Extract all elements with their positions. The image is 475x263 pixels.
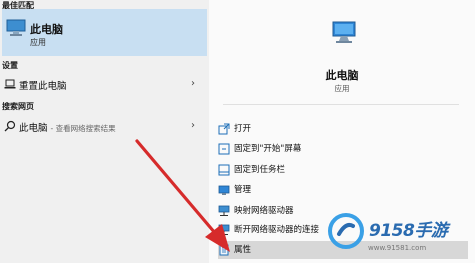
properties-icon	[219, 244, 229, 256]
web-search-hint: - 查看网络搜索结果	[50, 124, 116, 133]
computer-icon	[6, 19, 26, 36]
map-drive-icon	[218, 205, 230, 216]
divider	[223, 104, 459, 105]
web-search-header: 搜索网页	[2, 102, 34, 111]
best-match-item[interactable]: 此电脑 应用	[2, 9, 207, 56]
pin-start-icon	[218, 143, 230, 155]
app-type: 应用	[334, 84, 350, 93]
chevron-right-icon: ›	[191, 78, 195, 89]
chevron-right-icon: ›	[191, 120, 195, 131]
menu-item-label: 管理	[234, 185, 252, 195]
best-match-subtitle: 应用	[30, 38, 46, 47]
search-icon	[4, 120, 16, 132]
menu-item-label: 断开网络驱动器的连接	[234, 225, 320, 235]
settings-header: 设置	[2, 61, 18, 70]
best-match-title: 此电脑	[30, 23, 63, 36]
laptop-icon	[4, 79, 16, 89]
menu-item-open[interactable]: 打开	[218, 120, 468, 138]
menu-item-label: 固定到"开始"屏幕	[234, 144, 302, 154]
menu-item-label: 打开	[234, 124, 252, 134]
open-icon	[218, 123, 230, 135]
watermark-logo-icon	[328, 213, 364, 249]
manage-icon	[218, 185, 230, 195]
web-search-item[interactable]: 此电脑 - 查看网络搜索结果 ›	[0, 117, 207, 137]
computer-large-icon	[332, 21, 356, 43]
menu-item-pin-taskbar[interactable]: 固定到任务栏	[218, 161, 468, 179]
pin-taskbar-icon	[218, 164, 230, 176]
settings-reset-item[interactable]: 重置此电脑 ›	[0, 75, 207, 95]
app-title: 此电脑	[325, 69, 359, 82]
search-results-panel: 最佳匹配 此电脑 应用 设置 重置此电脑 › 搜索网页 此电脑 - 查看网络搜索…	[0, 0, 209, 263]
settings-reset-label: 重置此电脑	[19, 81, 67, 92]
menu-item-pin-start[interactable]: 固定到"开始"屏幕	[218, 140, 468, 158]
watermark-url: www.91581.com	[368, 244, 427, 252]
disconnect-drive-icon	[218, 224, 230, 235]
menu-item-label: 属性	[234, 245, 252, 255]
menu-item-manage[interactable]: 管理	[218, 181, 468, 199]
watermark-brand: 9158手游	[369, 221, 448, 241]
menu-item-label: 固定到任务栏	[234, 165, 286, 175]
web-search-query: 此电脑	[19, 123, 48, 134]
menu-item-label: 映射网络驱动器	[234, 206, 294, 216]
web-search-label: 此电脑 - 查看网络搜索结果	[19, 120, 116, 134]
